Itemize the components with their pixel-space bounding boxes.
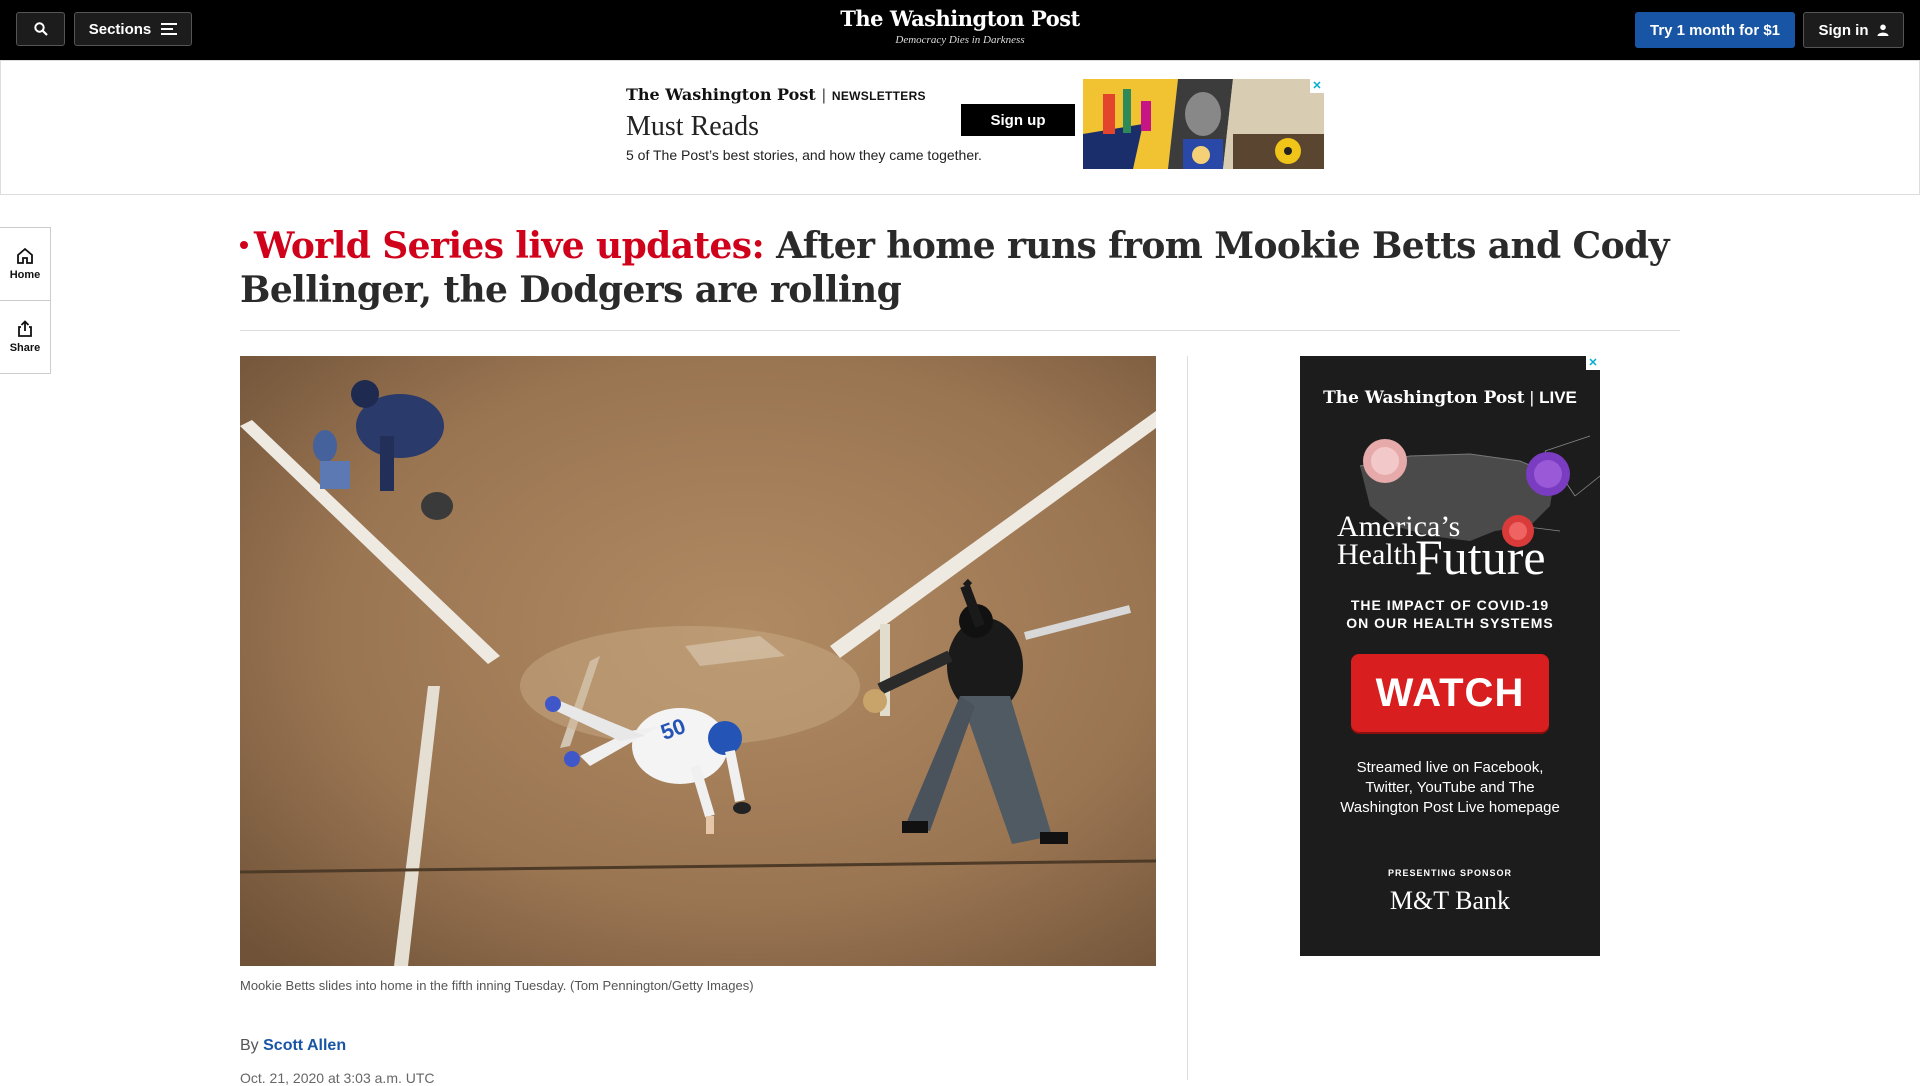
rail-share-button[interactable]: Share xyxy=(0,300,50,373)
ad-close-icon[interactable]: ✕ xyxy=(1310,79,1324,93)
photo-caption: Mookie Betts slides into home in the fif… xyxy=(240,978,754,993)
sign-in-button[interactable]: Sign in xyxy=(1803,12,1904,48)
logo-title: The Washington Post xyxy=(840,6,1080,31)
sponsor-logo: M&T Bank xyxy=(1389,886,1511,915)
live-ad-brand-suffix: LIVE xyxy=(1539,388,1577,407)
article-dateline: Oct. 21, 2020 at 3:03 a.m. UTC xyxy=(240,1070,435,1086)
author-link[interactable]: Scott Allen xyxy=(263,1037,346,1054)
live-ad-brand: The Washington Post | LIVE xyxy=(1300,388,1600,408)
newsletter-description: 5 of The Post’s best stories, and how th… xyxy=(626,147,982,163)
rail-share-label: Share xyxy=(9,342,41,354)
share-icon xyxy=(18,320,32,337)
sections-label: Sections xyxy=(88,20,152,38)
newsletter-category: NEWSLETTERS xyxy=(831,89,926,103)
subscribe-button[interactable]: Try 1 month for $1 xyxy=(1635,12,1795,48)
newsletter-signup-button[interactable]: Sign up xyxy=(961,104,1075,136)
newsletter-brand-name: The Washington Post xyxy=(626,85,816,104)
live-ad-brand-name: The Washington Post xyxy=(1323,388,1525,408)
home-icon xyxy=(17,247,33,264)
user-icon xyxy=(1877,24,1888,36)
lead-photo: 50 xyxy=(240,356,1156,966)
rail-home-button[interactable]: Home xyxy=(0,228,50,300)
site-logo[interactable]: The Washington Post Democracy Dies in Da… xyxy=(760,6,1160,46)
watch-button[interactable]: WATCH xyxy=(1351,654,1549,732)
live-ad-subtitle-line2: ON OUR HEALTH SYSTEMS xyxy=(1346,615,1554,631)
search-button[interactable] xyxy=(16,12,65,46)
ad-close-icon[interactable]: ✕ xyxy=(1586,356,1600,370)
newsletter-ad[interactable]: The Washington Post | NEWSLETTERS Must Rea… xyxy=(601,79,1324,169)
top-nav: Sections The Washington Post Democracy D… xyxy=(0,0,1920,60)
washington-post-live-ad[interactable]: The Washington Post | LIVE America’s Healt… xyxy=(1300,356,1600,956)
live-ad-subtitle: THE IMPACT OF COVID-19 ON OUR HEALTH SYS… xyxy=(1300,596,1600,632)
rail-home-label: Home xyxy=(9,269,41,281)
live-kicker[interactable]: World Series live updates: xyxy=(254,225,765,267)
byline: By Scott Allen xyxy=(240,1037,346,1055)
live-ad-stream-text: Streamed live on Facebook, Twitter, YouT… xyxy=(1340,759,1560,816)
live-ad-title-line2: Health xyxy=(1337,538,1417,571)
headline-divider xyxy=(240,330,1680,331)
top-ad-banner: The Washington Post | NEWSLETTERS Must Rea… xyxy=(0,60,1920,195)
live-dot-icon xyxy=(240,241,248,249)
byline-prefix: By xyxy=(240,1037,259,1054)
sign-in-label: Sign in xyxy=(1818,21,1869,39)
live-ad-brand-separator: | xyxy=(1529,388,1535,407)
article-headline: World Series live updates: After home ru… xyxy=(240,224,1680,312)
newsletter-brand-separator: | xyxy=(821,87,826,104)
newsletter-brand: The Washington Post | NEWSLETTERS xyxy=(626,85,926,105)
column-divider xyxy=(1187,356,1188,1080)
live-ad-subtitle-line1: THE IMPACT OF COVID-19 xyxy=(1350,597,1550,613)
live-ad-presenting-label: PRESENTING SPONSOR xyxy=(1387,868,1513,878)
menu-icon xyxy=(161,23,178,35)
newsletter-title: Must Reads xyxy=(626,111,759,142)
live-ad-title-line3: Future xyxy=(1415,529,1546,585)
newsletter-ad-image xyxy=(1083,79,1324,169)
logo-tagline: Democracy Dies in Darkness xyxy=(895,34,1025,46)
sections-button[interactable]: Sections xyxy=(74,12,192,46)
left-rail: Home Share xyxy=(0,227,51,374)
search-icon xyxy=(33,22,48,36)
